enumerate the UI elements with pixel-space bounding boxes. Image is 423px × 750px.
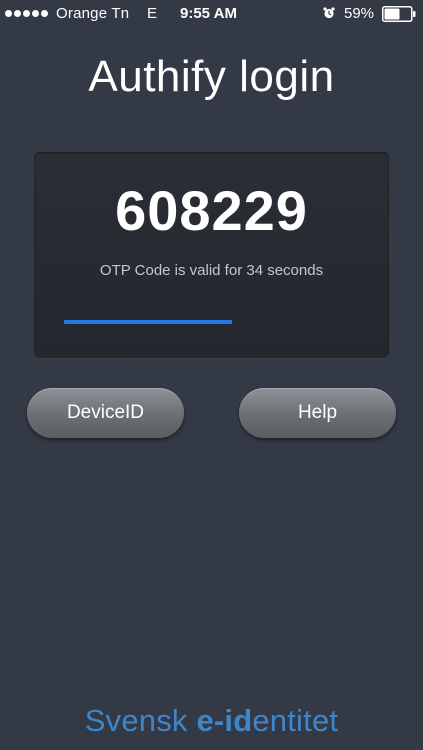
alarm-clock-icon: [323, 7, 335, 19]
otp-timer-progress-fill: [64, 320, 232, 324]
carrier-name: Orange Tn: [56, 5, 130, 22]
signal-dot: [14, 10, 21, 17]
brand-text-part2: e-id: [196, 703, 253, 738]
otp-timer-progress: [64, 320, 359, 324]
help-button[interactable]: Help: [239, 388, 396, 438]
network-type: E: [147, 5, 158, 22]
signal-dot: [41, 10, 48, 17]
otp-validity-text: OTP Code is valid for 34 seconds: [99, 262, 324, 279]
otp-card: 608229 OTP Code is valid for 34 seconds: [34, 152, 389, 358]
signal-dot: [32, 10, 39, 17]
status-bar: Orange Tn E 9:55 AM 59%: [0, 0, 423, 28]
brand-text-part3: entitet: [252, 703, 339, 738]
signal-dots-icon: [5, 10, 48, 17]
page-title: Authify login: [88, 52, 335, 101]
brand-text-part1: Svensk: [84, 703, 197, 738]
status-time: 9:55 AM: [180, 5, 237, 22]
brand-logo: Svensk e-identitet: [0, 703, 423, 739]
signal-dot: [5, 10, 12, 17]
signal-dot: [23, 10, 30, 17]
battery-percentage: 59%: [344, 5, 375, 22]
device-id-button[interactable]: DeviceID: [27, 388, 184, 438]
otp-code: 608229: [115, 179, 308, 242]
battery-icon: [382, 6, 416, 22]
